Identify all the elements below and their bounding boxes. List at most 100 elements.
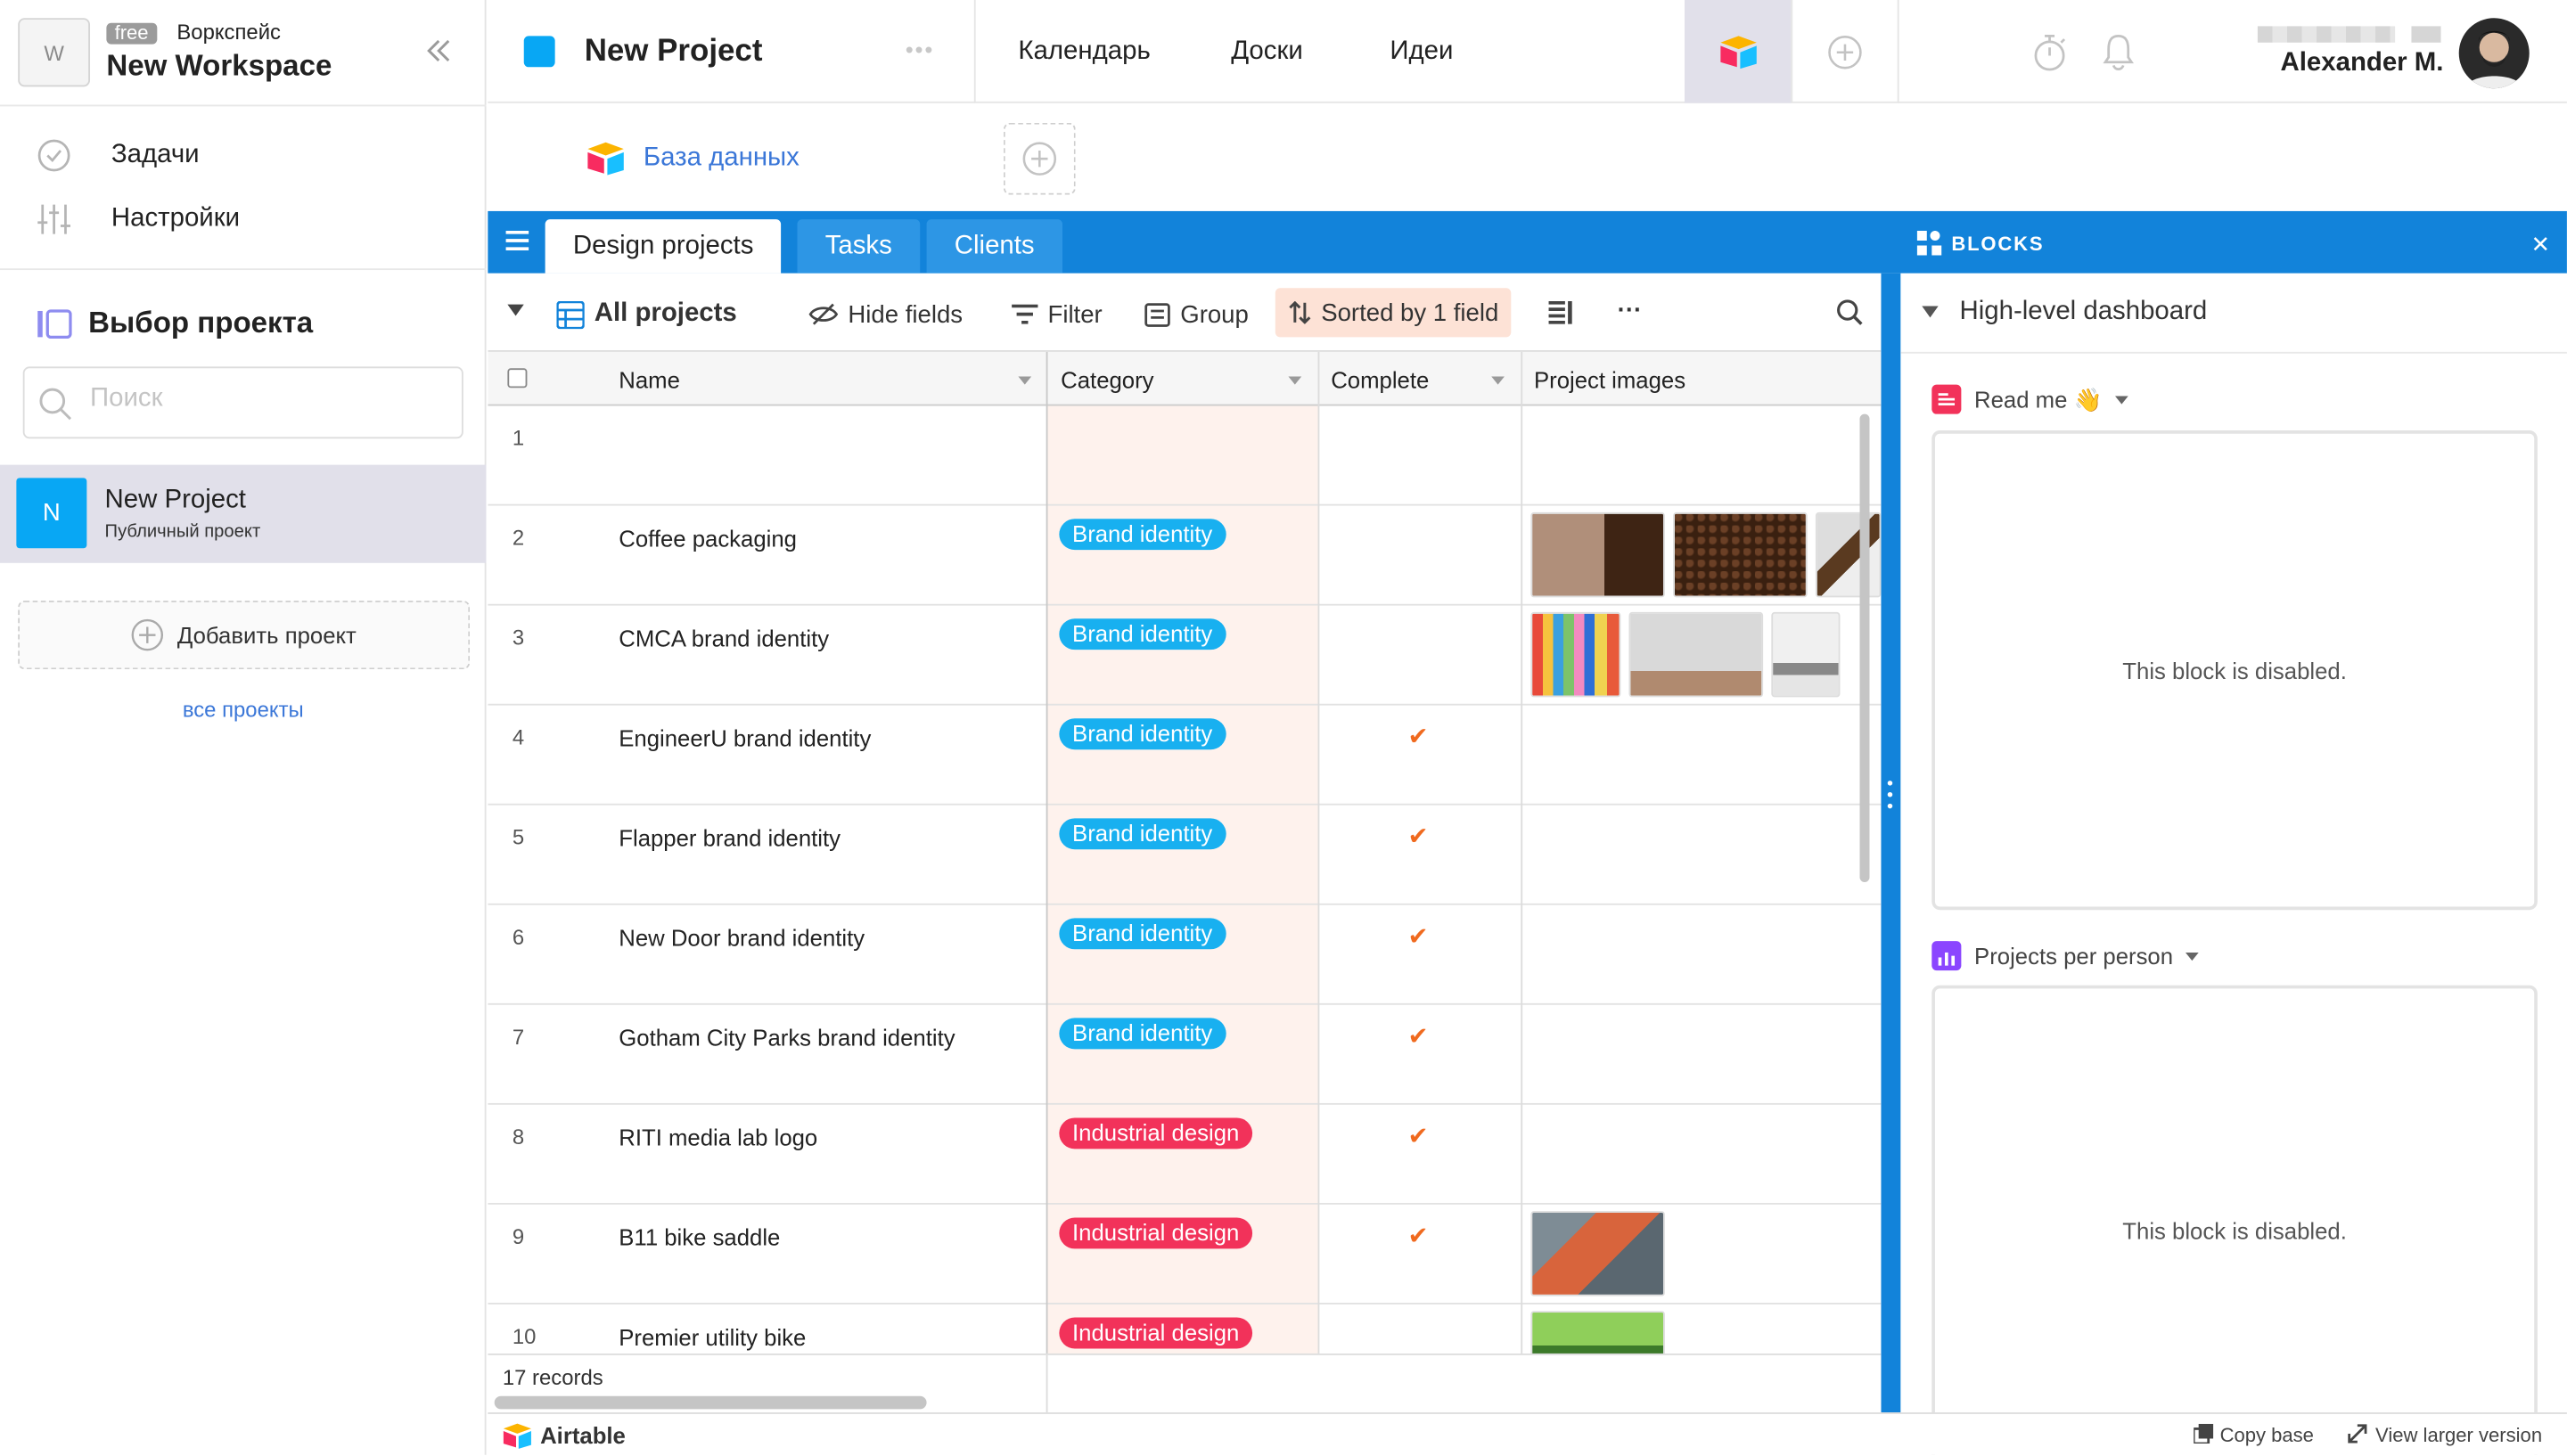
bottom-bar: Airtable Copy base View larger version: [488, 1412, 2567, 1455]
view-collapse-icon[interactable]: [507, 304, 524, 316]
group-icon: [1144, 302, 1170, 326]
search-icon[interactable]: [1837, 299, 1863, 325]
project-menu-icon[interactable]: •••: [906, 36, 935, 61]
block-projects-header[interactable]: Projects per person: [1931, 941, 2200, 971]
filter-button[interactable]: Filter: [1012, 293, 1103, 336]
category-pill[interactable]: Industrial design: [1059, 1117, 1252, 1149]
timer-icon[interactable]: [2031, 33, 2067, 72]
hamburger-icon[interactable]: [505, 230, 529, 251]
complete-check-icon[interactable]: ✔: [1408, 722, 1429, 751]
view-larger-link[interactable]: View larger version: [2375, 1424, 2542, 1447]
table-row[interactable]: 8 RITI media lab logo Industrial design ✔: [488, 1105, 1882, 1205]
category-pill[interactable]: Brand identity: [1059, 1018, 1226, 1050]
workspace-avatar[interactable]: W: [18, 18, 91, 87]
col-name-menu-icon[interactable]: [1018, 376, 1032, 385]
category-pill[interactable]: Brand identity: [1059, 918, 1226, 950]
complete-check-icon[interactable]: ✔: [1408, 921, 1429, 951]
horizontal-scrollbar[interactable]: [494, 1395, 927, 1410]
table-row[interactable]: 7 Gotham City Parks brand identity Brand i…: [488, 1005, 1882, 1105]
cell-name[interactable]: B11 bike saddle: [619, 1224, 780, 1250]
project-image-thumbnail[interactable]: [1530, 511, 1665, 598]
col-category-menu-icon[interactable]: [1288, 376, 1302, 385]
add-project-button[interactable]: Добавить проект: [18, 601, 471, 670]
hide-fields-button[interactable]: Hide fields: [808, 293, 963, 336]
sort-button[interactable]: Sorted by 1 field: [1275, 288, 1513, 338]
group-button[interactable]: Group: [1144, 293, 1249, 336]
user-name[interactable]: Alexander M.: [2281, 49, 2444, 78]
menu-item-tasks[interactable]: Задачи: [111, 141, 200, 170]
airtable-app-tab[interactable]: [1684, 0, 1792, 103]
bell-icon[interactable]: [2102, 33, 2135, 72]
vertical-scrollbar[interactable]: [1859, 413, 1870, 882]
tab-tasks[interactable]: Tasks: [797, 219, 921, 274]
col-category[interactable]: Category: [1061, 366, 1153, 392]
menu-item-settings[interactable]: Настройки: [111, 205, 240, 234]
table-row[interactable]: 4 EngineerU brand identity Brand identity ✔: [488, 706, 1882, 806]
cell-name[interactable]: Gotham City Parks brand identity: [619, 1025, 955, 1051]
cell-name[interactable]: CMCA brand identity: [619, 626, 829, 651]
dashboard-collapse-icon[interactable]: [1922, 306, 1939, 318]
all-projects-link[interactable]: все проекты: [0, 697, 486, 722]
table-row[interactable]: 9 B11 bike saddle Industrial design ✔: [488, 1205, 1882, 1305]
search-input[interactable]: [90, 384, 418, 414]
category-pill[interactable]: Brand identity: [1059, 718, 1226, 750]
resize-handle[interactable]: [1881, 273, 1901, 1413]
base-link[interactable]: База данных: [644, 144, 800, 174]
nav-calendar[interactable]: Календарь: [1018, 37, 1150, 67]
project-search[interactable]: [22, 366, 463, 439]
nav-boards[interactable]: Доски: [1231, 37, 1303, 67]
cell-name[interactable]: RITI media lab logo: [619, 1125, 817, 1150]
nav-ideas[interactable]: Идеи: [1390, 37, 1453, 67]
category-pill[interactable]: Brand identity: [1059, 818, 1226, 850]
project-image-thumbnail[interactable]: [1815, 511, 1882, 598]
plus-circle-icon: [1022, 142, 1057, 176]
close-blocks-icon[interactable]: ✕: [2531, 231, 2551, 258]
project-image-thumbnail[interactable]: [1530, 1211, 1665, 1296]
table-row[interactable]: 2 Coffee packaging Brand identity: [488, 506, 1882, 606]
row-height-icon[interactable]: [1548, 299, 1575, 325]
user-avatar[interactable]: [2458, 18, 2530, 89]
table-row[interactable]: 5 Flapper brand identity Brand identity ✔: [488, 806, 1882, 905]
add-app-icon[interactable]: [1827, 35, 1863, 70]
cell-name[interactable]: Flapper brand identity: [619, 825, 841, 851]
category-pill[interactable]: Brand identity: [1059, 519, 1226, 551]
cell-name[interactable]: Premier utility bike: [619, 1324, 806, 1350]
collapse-sidebar-icon[interactable]: [424, 36, 454, 65]
cell-name[interactable]: EngineerU brand identity: [619, 725, 871, 751]
table-row[interactable]: 3 CMCA brand identity Brand identity: [488, 606, 1882, 706]
project-image-thumbnail[interactable]: [1530, 611, 1621, 698]
category-pill[interactable]: Brand identity: [1059, 618, 1226, 650]
more-options-icon[interactable]: ···: [1618, 296, 1643, 323]
col-complete-menu-icon[interactable]: [1491, 376, 1505, 385]
category-pill[interactable]: Industrial design: [1059, 1317, 1252, 1349]
complete-check-icon[interactable]: ✔: [1408, 1021, 1429, 1051]
workspace-name[interactable]: New Workspace: [106, 49, 332, 84]
complete-check-icon[interactable]: ✔: [1408, 1221, 1429, 1250]
dashboard-title[interactable]: High-level dashboard: [1960, 298, 2208, 327]
project-image-thumbnail[interactable]: [1771, 611, 1841, 698]
category-pill[interactable]: Industrial design: [1059, 1217, 1252, 1249]
table-row[interactable]: 1: [488, 406, 1882, 506]
tab-design-projects[interactable]: Design projects: [545, 219, 782, 274]
chevron-down-icon[interactable]: [2115, 395, 2128, 404]
table-row[interactable]: 6 New Door brand identity Brand identity ✔: [488, 905, 1882, 1005]
chevron-down-icon[interactable]: [2186, 952, 2200, 961]
select-all-checkbox[interactable]: [507, 368, 528, 389]
tab-clients[interactable]: Clients: [926, 219, 1062, 274]
airtable-brand[interactable]: Airtable: [540, 1422, 626, 1448]
col-project-images[interactable]: Project images: [1534, 366, 1685, 392]
col-complete[interactable]: Complete: [1331, 366, 1429, 392]
cell-name[interactable]: New Door brand identity: [619, 925, 865, 951]
copy-base-link[interactable]: Copy base: [2220, 1424, 2314, 1447]
complete-check-icon[interactable]: ✔: [1408, 1121, 1429, 1150]
complete-check-icon[interactable]: ✔: [1408, 822, 1429, 851]
project-image-thumbnail[interactable]: [1673, 511, 1808, 598]
project-title[interactable]: New Project: [585, 35, 763, 70]
col-name[interactable]: Name: [619, 366, 680, 392]
view-switcher[interactable]: All projects: [556, 293, 737, 336]
project-name[interactable]: New Project: [105, 486, 246, 515]
project-image-thumbnail[interactable]: [1628, 611, 1764, 698]
add-base-button[interactable]: [1003, 122, 1076, 195]
cell-name[interactable]: Coffee packaging: [619, 526, 797, 552]
block-read-me-header[interactable]: Read me 👋: [1931, 384, 2128, 414]
